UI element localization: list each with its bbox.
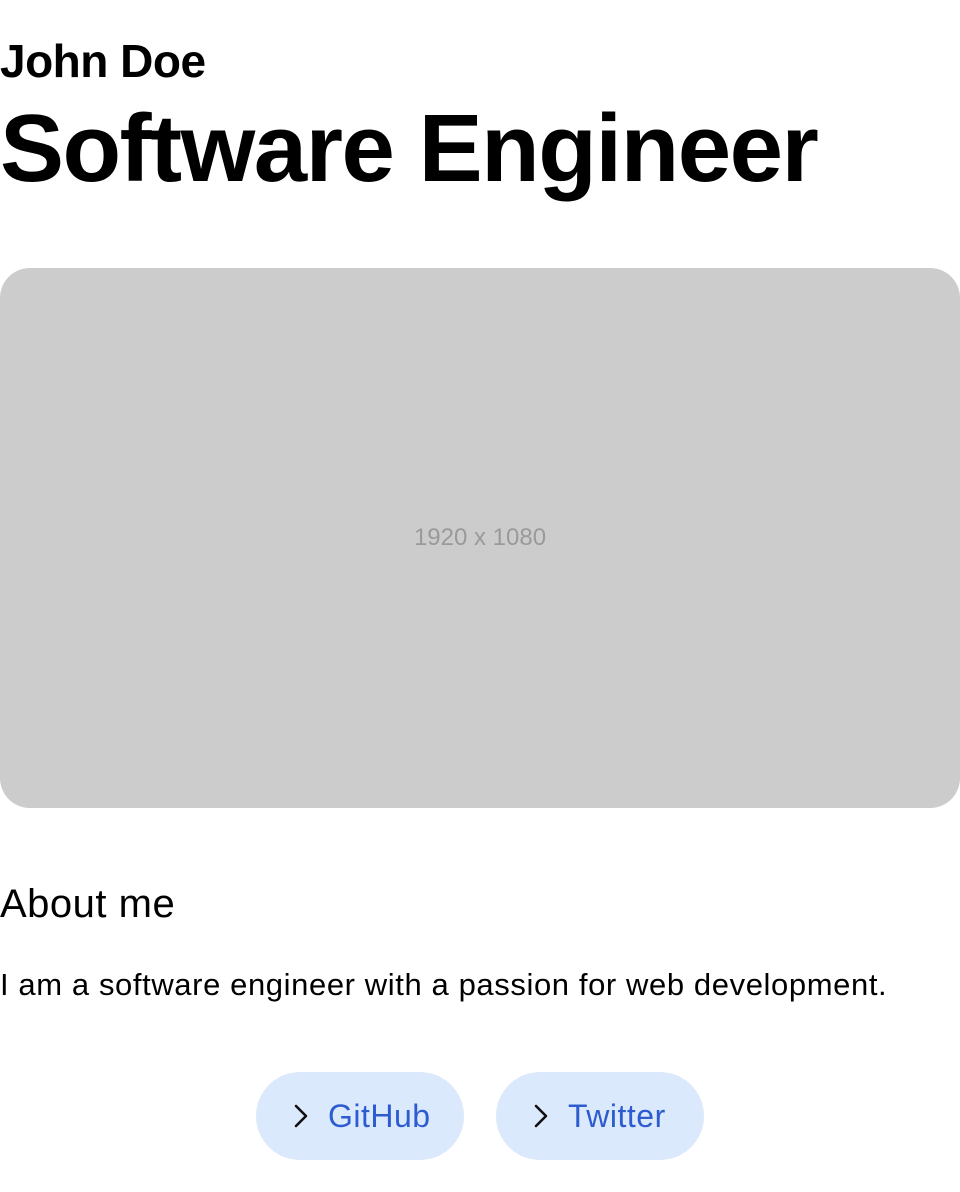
hero-image-dimensions: 1920 x 1080 [413, 524, 547, 551]
about-text: I am a software engineer with a passion … [0, 967, 888, 1002]
twitter-link-button[interactable]: Twitter [496, 1072, 704, 1160]
github-link-label: GitHub [328, 1097, 431, 1134]
chevron-right-icon [526, 1101, 556, 1131]
github-link-button[interactable]: GitHub [256, 1072, 464, 1160]
person-name: John Doe [0, 35, 206, 87]
twitter-link-label: Twitter [568, 1097, 666, 1134]
chevron-right-icon [286, 1101, 316, 1131]
about-heading: About me [0, 882, 176, 926]
hero-image-placeholder: 1920 x 1080 [0, 268, 960, 808]
social-links: GitHub Twitter [0, 1072, 960, 1160]
page-title: Software Engineer [0, 95, 819, 202]
profile-page: John Doe Software Engineer 1920 x 1080 A… [0, 0, 960, 1192]
